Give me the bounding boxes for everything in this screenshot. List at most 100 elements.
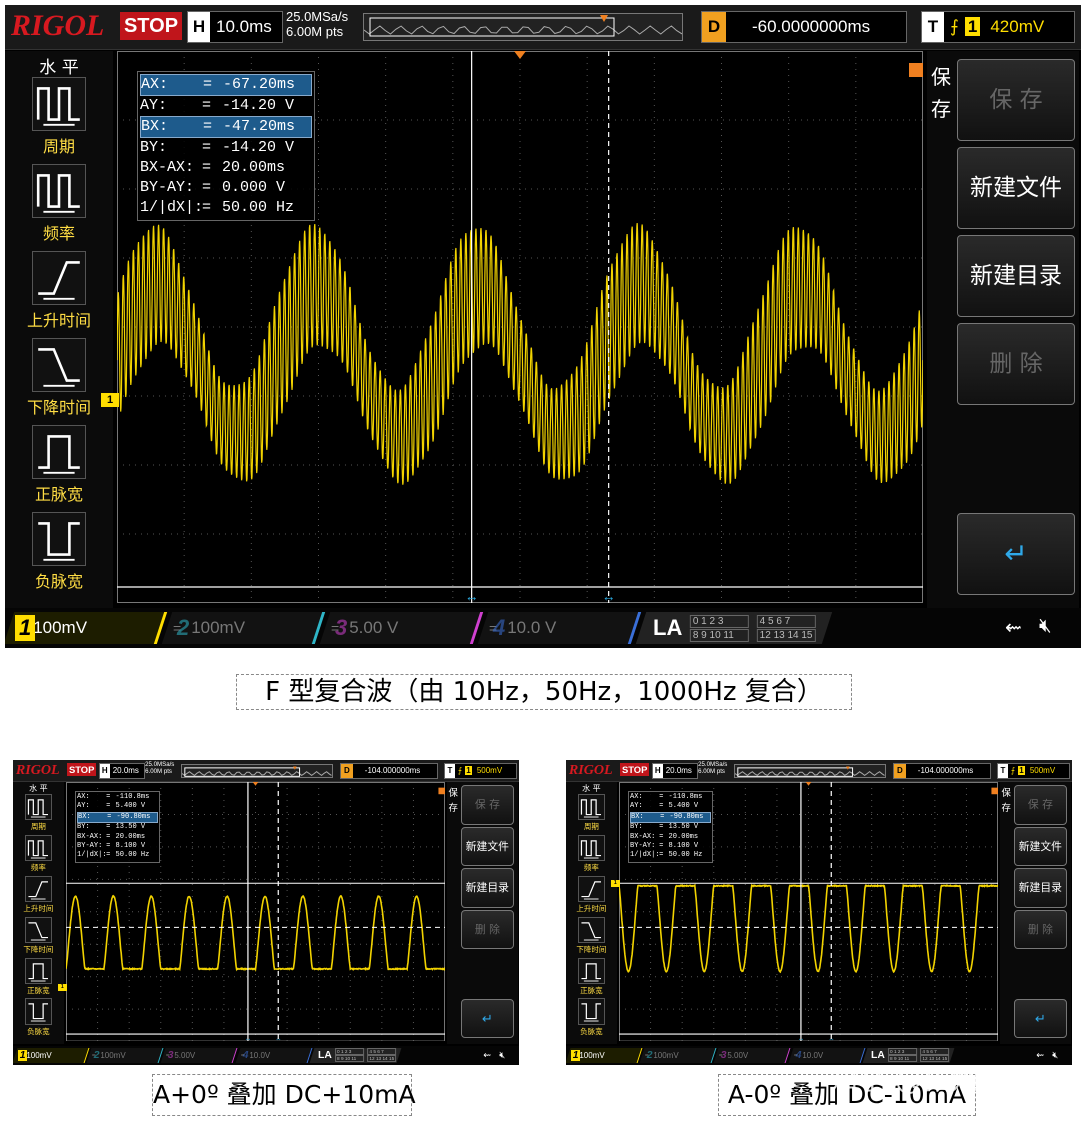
usb-icon[interactable]: ⇜ [483, 1049, 491, 1061]
channel-2-box[interactable]: 2 = 100mV [87, 1048, 163, 1063]
trigger-box[interactable]: T ⨍ 1 500mV [997, 763, 1070, 779]
measure-item-label: 正脉宽 [566, 985, 617, 996]
mute-speaker-icon[interactable]: 🔇︎ [1052, 1049, 1058, 1061]
measure-item-1[interactable]: 周期 [13, 794, 64, 834]
save-menu-button-1[interactable]: 保 存 [1014, 785, 1067, 825]
channel-3-box[interactable]: 3 = 5.00V [714, 1048, 790, 1063]
measure-item-label: 负脉宽 [566, 1026, 617, 1037]
cursor-a-marker: ↔ [244, 1035, 251, 1041]
measurement-name: BX: [631, 813, 660, 822]
measurement-name: BY: [77, 823, 106, 832]
memory-depth: 6.00M pts [286, 25, 343, 39]
delay-box[interactable]: D -104.000000ms [340, 763, 438, 779]
horizontal-scale-box[interactable]: H 20.0ms [652, 763, 698, 779]
save-menu-button-4[interactable]: 删 除 [957, 323, 1075, 405]
save-menu-button-3[interactable]: 新建目录 [1014, 868, 1067, 908]
trigger-box[interactable]: T ⨍ 1 500mV [444, 763, 517, 779]
memory-waveform-overview [181, 764, 333, 778]
measure-item-6[interactable]: 负脉宽 [13, 998, 64, 1038]
logic-analyzer-box[interactable]: LA 0 1 2 34 5 6 78 9 10 11 12 13 14 15 [636, 612, 832, 644]
measurement-value: 5.400 V [116, 802, 146, 811]
measure-item-3[interactable]: 上升时间 [566, 876, 617, 916]
measure-item-1[interactable]: 周期 [566, 794, 617, 834]
mute-speaker-icon[interactable]: 🔇︎ [499, 1049, 505, 1061]
run-stop-status[interactable]: STOP [120, 12, 182, 40]
left-oscilloscope-screen: RIGOL STOP H 20.0ms 25.0MSa/s 6.00M pts D -104.… [13, 760, 519, 1065]
measure-item-3[interactable]: 上升时间 [13, 876, 64, 916]
equals-sign: = [106, 842, 115, 851]
trigger-box[interactable]: T ⨍ 1 420mV [921, 11, 1075, 43]
save-menu-button-4[interactable]: 删 除 [461, 910, 514, 950]
channel-number: 2 [173, 615, 193, 641]
logic-analyzer-box[interactable]: LA 0 1 2 34 5 6 78 9 10 11 12 13 14 15 [310, 1048, 402, 1063]
horizontal-scale-box[interactable]: H 10.0ms [187, 11, 283, 43]
measure-item-2[interactable]: 频率 [566, 835, 617, 875]
overview-trace [735, 771, 885, 775]
channel-3-box[interactable]: 3 = 5.00 V [320, 612, 483, 644]
trigger-level-marker [909, 63, 923, 77]
equals-sign: = [202, 158, 222, 178]
channel-1-box[interactable]: 1=100mV [566, 1048, 642, 1063]
enter-return-button[interactable]: ↵ [957, 513, 1075, 595]
measurement-value: 13.50 V [116, 823, 146, 832]
enter-return-button[interactable]: ↵ [461, 999, 514, 1039]
left-measure-menu: 水 平周期 频率 上升时间 下降时间 正脉宽 负脉宽 [5, 51, 113, 609]
equals-sign: = [202, 138, 222, 158]
measurement-value: -67.20ms [223, 75, 295, 95]
delay-box[interactable]: D -104.000000ms [893, 763, 991, 779]
save-menu-button-2[interactable]: 新建文件 [461, 827, 514, 867]
channel-scale: 100mV [101, 1051, 126, 1060]
cursor-b-marker: ↔ [275, 1035, 282, 1041]
save-menu-button-4[interactable]: 删 除 [1014, 910, 1067, 950]
la-channel-groups: 0 1 2 3 4 5 6 7 8 9 10 11 12 13 14 15 [690, 615, 816, 642]
mute-speaker-icon[interactable]: 🔇︎ [1039, 615, 1052, 638]
trigger-label: T [922, 12, 944, 42]
measure-item-6[interactable]: 负脉宽 [5, 512, 113, 596]
measure-item-4[interactable]: 下降时间 [566, 917, 617, 957]
channel-4-box[interactable]: 4 = 10.0V [235, 1048, 311, 1063]
measurement-name: BX: [141, 117, 203, 137]
trigger-source-channel: 1 [465, 766, 472, 775]
memory-depth: 6.00M pts [698, 769, 725, 775]
measure-item-6[interactable]: 负脉宽 [566, 998, 617, 1038]
usb-icon[interactable]: ⇜ [1036, 1049, 1044, 1061]
trigger-level: 500mV [1030, 766, 1055, 775]
measure-item-3[interactable]: 上升时间 [5, 251, 113, 335]
measurement-row: BY: = 13.50 V [630, 823, 711, 832]
save-menu-button-1[interactable]: 保 存 [461, 785, 514, 825]
channel-1-box[interactable]: 1=100mV [5, 612, 167, 644]
save-menu-button-2[interactable]: 新建文件 [957, 147, 1075, 229]
channel-4-box[interactable]: 4 = 10.0 V [478, 612, 641, 644]
horizontal-scale-box[interactable]: H 20.0ms [99, 763, 145, 779]
channel-box-content: 4 = 10.0V [238, 1048, 309, 1063]
channel-1-offset-marker[interactable]: 1 [101, 393, 119, 407]
channel-2-box[interactable]: 2 = 100mV [162, 612, 325, 644]
channel-scale: 100mV [654, 1051, 679, 1060]
channel-1-offset-marker[interactable]: 1 [611, 880, 619, 887]
save-menu-button-3[interactable]: 新建目录 [957, 235, 1075, 317]
channel-1-box[interactable]: 1=100mV [13, 1048, 89, 1063]
save-menu-button-1[interactable]: 保 存 [957, 59, 1075, 141]
channel-3-box[interactable]: 3 = 5.00V [161, 1048, 237, 1063]
measure-item-2[interactable]: 频率 [5, 164, 113, 248]
channel-2-box[interactable]: 2 = 100mV [640, 1048, 716, 1063]
measurement-name: BX: [78, 813, 107, 822]
measure-item-5[interactable]: 正脉宽 [5, 425, 113, 509]
save-menu-button-2[interactable]: 新建文件 [1014, 827, 1067, 867]
measurement-name: 1/|dX|: [140, 198, 202, 218]
channel-1-offset-marker[interactable]: 1 [58, 984, 66, 991]
enter-return-button[interactable]: ↵ [1014, 999, 1067, 1039]
channel-scale: 10.0 V [507, 618, 556, 638]
usb-icon[interactable]: ⇜ [1005, 615, 1022, 640]
measure-item-4[interactable]: 下降时间 [13, 917, 64, 957]
measure-item-5[interactable]: 正脉宽 [566, 958, 617, 998]
measure-item-2[interactable]: 频率 [13, 835, 64, 875]
measure-item-4[interactable]: 下降时间 [5, 338, 113, 422]
save-menu-button-3[interactable]: 新建目录 [461, 868, 514, 908]
run-stop-status[interactable]: STOP [620, 763, 649, 776]
la-label: LA [318, 1050, 332, 1061]
run-stop-status[interactable]: STOP [67, 763, 96, 776]
measure-item-1[interactable]: 周期 [5, 77, 113, 161]
measure-item-5[interactable]: 正脉宽 [13, 958, 64, 998]
delay-box[interactable]: D -60.0000000ms [701, 11, 907, 43]
